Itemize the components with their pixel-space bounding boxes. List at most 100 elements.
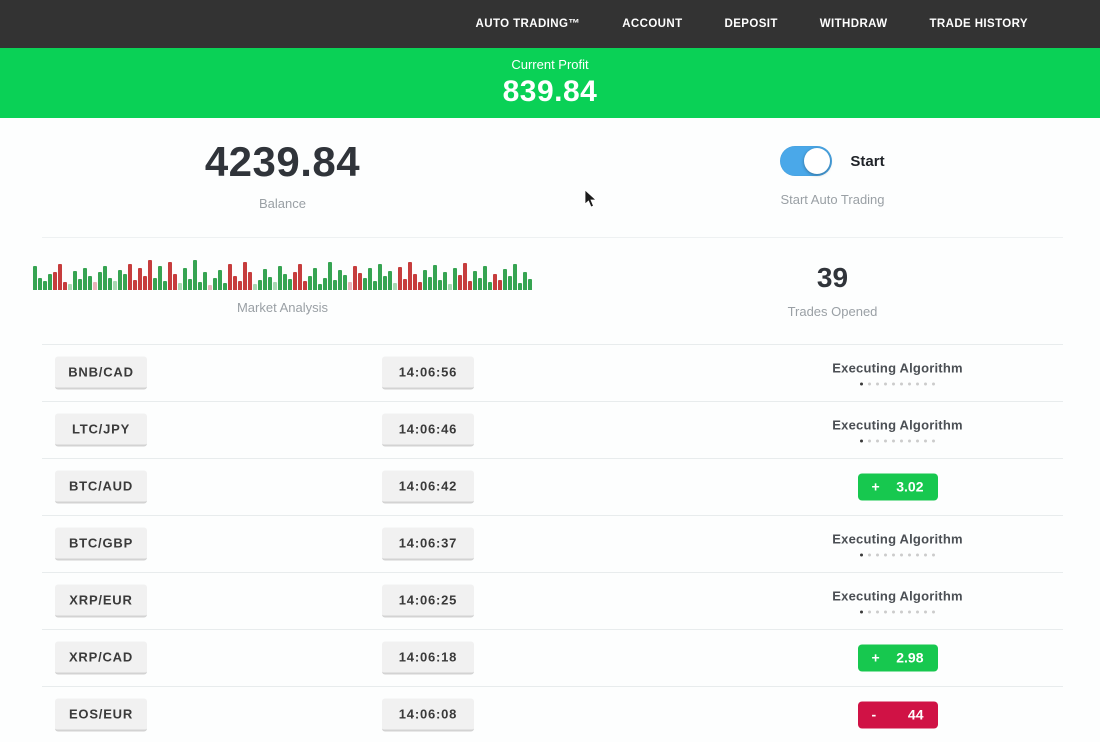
top-nav: AUTO TRADING™ ACCOUNT DEPOSIT WITHDRAW TRADE… <box>0 0 1100 48</box>
pair-badge: XRP/CAD <box>55 641 147 674</box>
chart-bar <box>258 280 262 290</box>
chart-bar <box>268 277 272 290</box>
trade-row: LTC/JPY14:06:46Executing Algorithm <box>0 401 1100 458</box>
pair-badge: BTC/AUD <box>55 470 147 503</box>
chart-bar <box>88 276 92 290</box>
progress-dot <box>884 382 887 385</box>
progress-dot <box>908 439 911 442</box>
result-value: 3.02 <box>896 479 923 495</box>
progress-dot <box>884 553 887 556</box>
chart-bar <box>183 268 187 290</box>
progress-dot <box>932 439 935 442</box>
chart-bar <box>83 268 87 290</box>
pair-badge: BNB/CAD <box>55 356 147 389</box>
status-cell: +3.02 <box>780 473 1015 500</box>
time-badge: 14:06:37 <box>382 527 474 560</box>
chart-bar <box>223 283 227 290</box>
chart-bar <box>323 278 327 290</box>
status-cell: Executing Algorithm <box>780 531 1015 556</box>
market-analysis-section: Market Analysis 39 Trades Opened <box>0 238 1100 344</box>
status-cell: Executing Algorithm <box>780 588 1015 613</box>
chart-bar <box>318 284 322 290</box>
nav-item-auto-trading[interactable]: AUTO TRADING™ <box>476 18 581 30</box>
chart-bar <box>133 280 137 290</box>
chart-bar <box>38 278 42 290</box>
chart-bar <box>33 266 37 290</box>
chart-bar <box>138 268 142 290</box>
chart-bar <box>358 273 362 290</box>
chart-bar <box>338 270 342 290</box>
nav-item-deposit[interactable]: DEPOSIT <box>725 18 778 30</box>
chart-bar <box>218 270 222 290</box>
chart-bar <box>153 278 157 290</box>
progress-dot <box>876 610 879 613</box>
chart-bar <box>98 272 102 290</box>
chart-bar <box>418 282 422 290</box>
chart-bar <box>68 284 72 290</box>
chart-bar <box>293 272 297 290</box>
chart-bar <box>178 283 182 290</box>
chart-bar <box>528 279 532 290</box>
chart-bar <box>333 280 337 290</box>
progress-dot <box>860 553 863 556</box>
progress-dot <box>908 382 911 385</box>
progress-dot <box>932 382 935 385</box>
chart-bar <box>493 274 497 290</box>
toggle-knob-icon <box>804 148 830 174</box>
chart-bar <box>438 280 442 290</box>
progress-dot <box>860 439 863 442</box>
chart-bar <box>288 279 292 290</box>
chart-bar <box>128 264 132 290</box>
chart-bar <box>383 276 387 290</box>
result-value: 44 <box>908 707 924 723</box>
chart-bar <box>298 264 302 290</box>
progress-dot <box>924 439 927 442</box>
nav-item-account[interactable]: ACCOUNT <box>622 18 682 30</box>
chart-bar <box>328 262 332 290</box>
auto-trading-toggle[interactable] <box>780 146 832 176</box>
chart-bar <box>273 282 277 290</box>
chart-bar <box>118 270 122 290</box>
chart-bar <box>263 269 267 290</box>
chart-bar <box>428 277 432 290</box>
trade-row: XRP/EUR14:06:25Executing Algorithm <box>0 572 1100 629</box>
chart-bar <box>483 266 487 290</box>
nav-item-trade-history[interactable]: TRADE HISTORY <box>930 18 1029 30</box>
chart-bar <box>58 264 62 290</box>
chart-bar <box>108 278 112 290</box>
chart-bar <box>473 271 477 290</box>
progress-dot <box>916 439 919 442</box>
time-badge: 14:06:08 <box>382 698 474 731</box>
chart-bar <box>393 283 397 290</box>
chart-bar <box>448 284 452 290</box>
result-sign: - <box>872 707 877 723</box>
chart-bar <box>113 281 117 290</box>
chart-bar <box>73 271 77 290</box>
time-badge: 14:06:18 <box>382 641 474 674</box>
progress-dot <box>900 439 903 442</box>
chart-bar <box>458 275 462 290</box>
pair-badge: BTC/GBP <box>55 527 147 560</box>
pair-badge: EOS/EUR <box>55 698 147 731</box>
progress-dot <box>884 610 887 613</box>
chart-bar <box>63 282 67 290</box>
progress-dot <box>860 382 863 385</box>
trade-row: BNB/CAD14:06:56Executing Algorithm <box>0 344 1100 401</box>
result-sign: + <box>872 479 880 495</box>
executing-algorithm-label: Executing Algorithm <box>780 588 1015 603</box>
progress-dot <box>908 553 911 556</box>
time-badge: 14:06:46 <box>382 413 474 446</box>
start-auto-trading-label: Start Auto Trading <box>780 192 884 207</box>
chart-bar <box>163 281 167 290</box>
progress-dot <box>924 610 927 613</box>
chart-bar <box>203 272 207 290</box>
nav-item-withdraw[interactable]: WITHDRAW <box>820 18 888 30</box>
status-cell: Executing Algorithm <box>780 360 1015 385</box>
progress-dot <box>868 439 871 442</box>
chart-bar <box>193 260 197 290</box>
progress-dot <box>868 553 871 556</box>
chart-bar <box>173 274 177 290</box>
chart-bar <box>168 262 172 290</box>
chart-bar <box>478 278 482 290</box>
progress-dot <box>916 382 919 385</box>
